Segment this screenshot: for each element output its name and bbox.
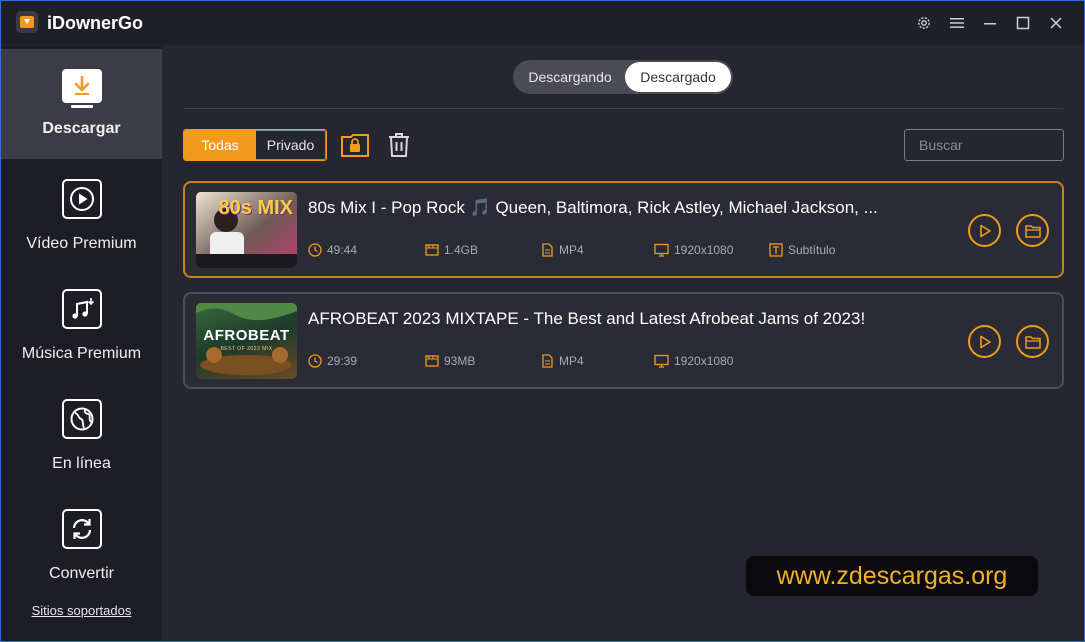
divider: [183, 108, 1063, 109]
trash-icon[interactable]: [383, 129, 415, 161]
sidebar-item-label: En línea: [52, 455, 111, 472]
watermark: www.zdescargas.org: [746, 556, 1038, 596]
open-folder-button[interactable]: [1016, 325, 1049, 358]
size-meta: 93MB: [425, 354, 475, 368]
app-window: iDownerGo Descargar Vídeo Premium Música…: [0, 0, 1085, 642]
video-thumbnail: 80s MIX: [196, 192, 297, 268]
title-bar: iDownerGo: [1, 1, 1084, 45]
open-folder-button[interactable]: [1016, 214, 1049, 247]
thumbnail-text: AFROBEAT: [203, 327, 290, 344]
film-icon: [425, 355, 439, 367]
app-logo-icon: [16, 11, 38, 33]
play-icon: [61, 179, 102, 219]
download-status-tabs: Descargando Descargado: [513, 60, 733, 94]
search-input[interactable]: [904, 129, 1064, 161]
play-button[interactable]: [968, 325, 1001, 358]
sidebar-item-label: Convertir: [49, 565, 114, 582]
clock-icon: [308, 354, 322, 368]
convert-icon: [61, 509, 102, 549]
resolution-meta: 1920x1080: [654, 354, 733, 368]
clock-icon: [308, 243, 322, 257]
lock-folder-icon[interactable]: [339, 129, 371, 161]
download-icon: [61, 69, 102, 103]
item-title: AFROBEAT 2023 MIXTAPE - The Best and Lat…: [308, 309, 866, 328]
sidebar-item-video-premium[interactable]: Vídeo Premium: [1, 159, 162, 269]
download-item[interactable]: AFROBEAT BEST OF 2023 MIX AFROBEAT 2023 …: [183, 292, 1064, 389]
play-icon: [979, 335, 991, 348]
monitor-icon: [654, 243, 669, 257]
duration-meta: 29:39: [308, 354, 357, 368]
tab-descargando[interactable]: Descargando: [515, 62, 625, 92]
format-meta: MP4: [540, 243, 584, 257]
tab-descargado[interactable]: Descargado: [625, 62, 731, 92]
music-icon: [61, 289, 102, 329]
play-button[interactable]: [968, 214, 1001, 247]
maximize-icon[interactable]: [1013, 13, 1033, 33]
menu-icon[interactable]: [947, 13, 967, 33]
sidebar-item-convertir[interactable]: Convertir: [1, 489, 162, 599]
size-meta: 1.4GB: [425, 243, 478, 257]
video-thumbnail: AFROBEAT BEST OF 2023 MIX: [196, 303, 297, 379]
globe-icon: [61, 399, 102, 439]
sidebar-item-label: Vídeo Premium: [26, 235, 137, 252]
film-icon: [425, 244, 439, 256]
filter-toggle: Todas Privado: [183, 129, 327, 161]
sidebar-item-label: Música Premium: [21, 345, 142, 362]
file-icon: [542, 243, 553, 257]
app-title: iDownerGo: [47, 13, 144, 33]
subtitle-icon: [769, 243, 783, 257]
sidebar-item-musica-premium[interactable]: Música Premium: [1, 269, 162, 379]
minimize-icon[interactable]: [980, 13, 1000, 33]
filter-todas-button[interactable]: Todas: [184, 130, 256, 160]
folder-icon: [1024, 224, 1041, 238]
play-icon: [979, 224, 991, 237]
supported-sites-link[interactable]: Sitios soportados: [1, 603, 162, 618]
sidebar-item-descargar[interactable]: Descargar: [1, 49, 162, 159]
item-title: 80s Mix I - Pop Rock 🎵 Queen, Baltimora,…: [308, 198, 878, 217]
close-icon[interactable]: [1046, 13, 1066, 33]
settings-gear-icon[interactable]: [914, 13, 934, 33]
download-item[interactable]: 80s MIX 80s Mix I - Pop Rock 🎵 Queen, Ba…: [183, 181, 1064, 278]
sidebar-item-en-linea[interactable]: En línea: [1, 379, 162, 489]
subtitle-meta: Subtítulo: [769, 243, 835, 257]
duration-meta: 49:44: [308, 243, 357, 257]
thumbnail-subtext: BEST OF 2023 MIX: [220, 346, 273, 352]
sidebar: Descargar Vídeo Premium Música Premium E…: [1, 46, 162, 641]
resolution-meta: 1920x1080: [654, 243, 733, 257]
thumbnail-text: 80s MIX: [218, 197, 293, 219]
monitor-icon: [654, 354, 669, 368]
filter-privado-button[interactable]: Privado: [256, 130, 326, 160]
download-icon-stand: [70, 105, 93, 108]
folder-icon: [1024, 335, 1041, 349]
file-icon: [542, 354, 553, 368]
format-meta: MP4: [540, 354, 584, 368]
sidebar-item-label: Descargar: [42, 120, 121, 137]
